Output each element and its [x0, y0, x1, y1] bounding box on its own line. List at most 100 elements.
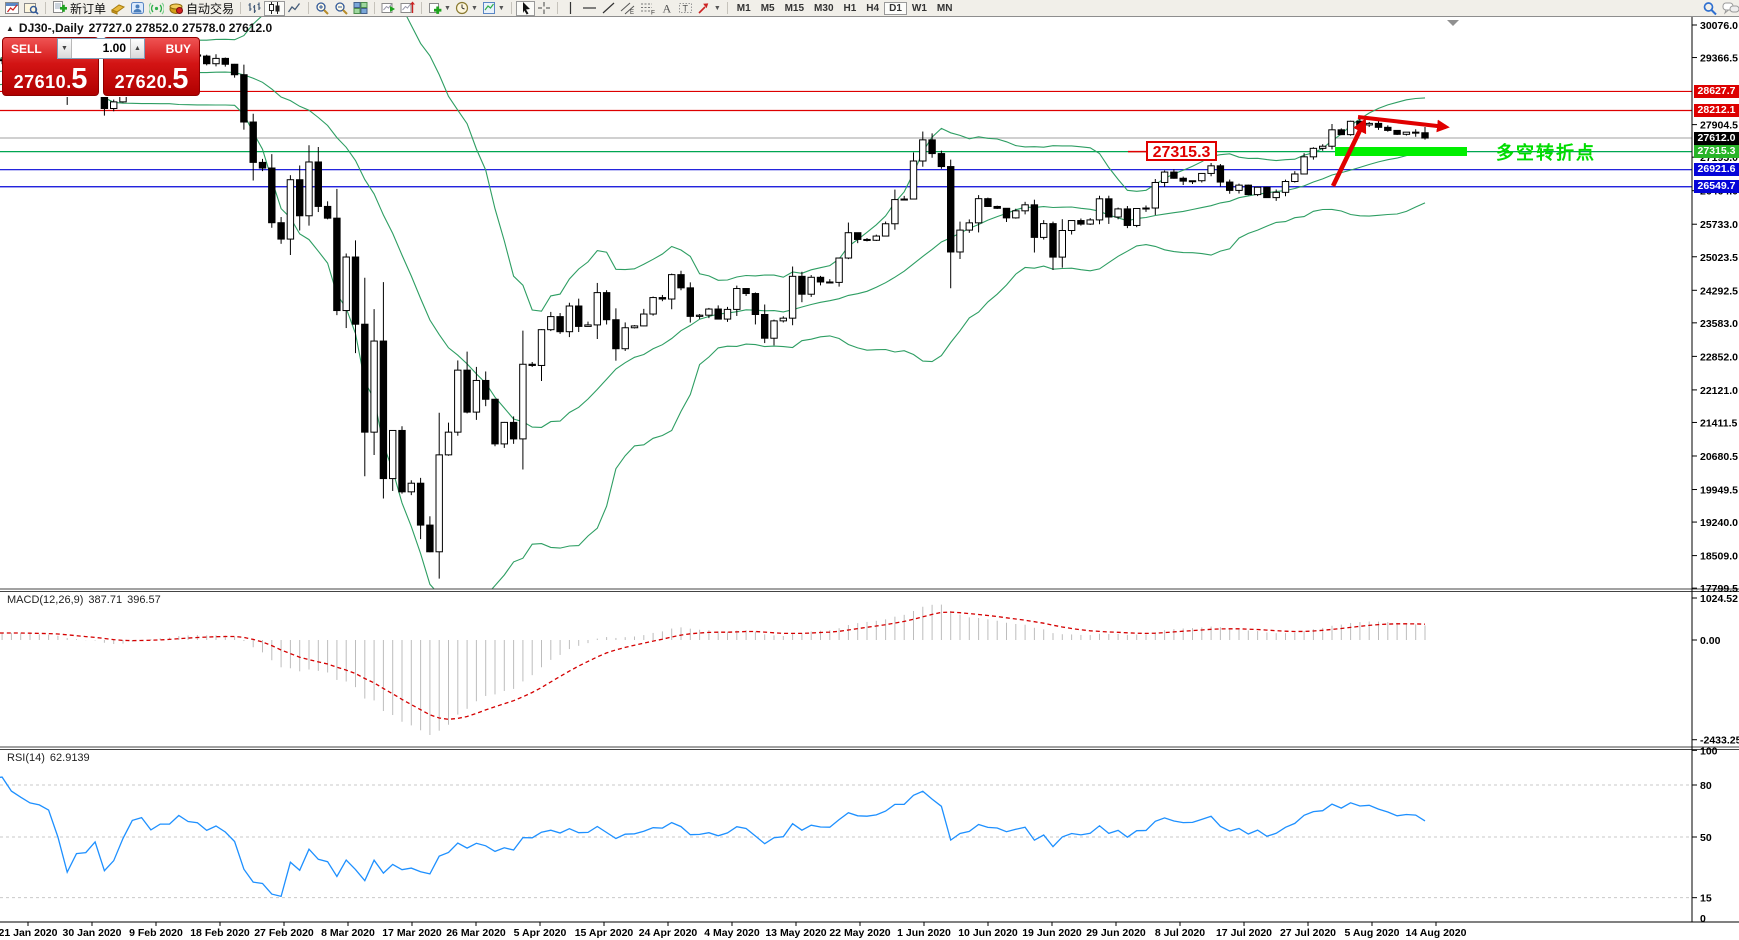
period-clock-icon[interactable]: ▼ [453, 1, 480, 16]
text-label-tool-icon[interactable]: T [676, 1, 695, 16]
signals-icon[interactable] [147, 1, 166, 16]
timeframe-m1[interactable]: M1 [732, 2, 756, 15]
add-indicator-icon[interactable]: ▼ [426, 1, 453, 16]
dropdown-caret: ▼ [444, 5, 451, 12]
turning-point-annotation: 多空转折点 [1496, 139, 1596, 165]
timeframe-mn[interactable]: MN [932, 2, 958, 15]
tile-windows-icon[interactable] [351, 1, 370, 16]
price-level-badge: 28627.7 [1694, 85, 1739, 98]
text-tool-icon[interactable]: A [658, 1, 676, 16]
svg-text:8 Mar 2020: 8 Mar 2020 [321, 927, 375, 939]
data-window-icon[interactable] [22, 1, 41, 16]
trendline-tool-icon[interactable] [599, 1, 618, 16]
rsi-value: 62.9139 [50, 752, 90, 764]
dropdown-caret: ▼ [471, 5, 478, 12]
arrow-objects-icon[interactable]: ▼ [695, 1, 723, 16]
zoom-in-icon[interactable] [313, 1, 332, 16]
new-order-label: 新订单 [70, 0, 106, 17]
timeframe-m15[interactable]: M15 [780, 2, 809, 15]
zoom-out-icon[interactable] [332, 1, 351, 16]
timeframe-w1[interactable]: W1 [907, 2, 932, 15]
svg-text:20680.5: 20680.5 [1700, 451, 1738, 463]
svg-text:22 May 2020: 22 May 2020 [829, 927, 890, 939]
navigator-icon[interactable] [128, 1, 147, 16]
volume-input[interactable]: 1.00 [72, 39, 130, 58]
svg-text:17 Jul 2020: 17 Jul 2020 [1216, 927, 1272, 939]
svg-text:A: A [663, 2, 672, 16]
rsi-name: RSI(14) [7, 752, 45, 764]
timeframe-m5[interactable]: M5 [756, 2, 780, 15]
macd-indicator-header: MACD(12,26,9) 387.71 396.57 [7, 594, 161, 606]
svg-text:5 Apr 2020: 5 Apr 2020 [514, 927, 567, 939]
ohlc-values: 27727.0 27852.0 27578.0 27612.0 [89, 21, 273, 35]
svg-text:18509.0: 18509.0 [1700, 551, 1738, 563]
autotrading-button[interactable]: 自动交易 [166, 1, 236, 16]
price-level-badge: 27315.3 [1694, 145, 1739, 158]
chat-icon[interactable] [1720, 1, 1739, 16]
svg-text:27 Feb 2020: 27 Feb 2020 [254, 927, 314, 939]
symbol-period-label: DJ30-,Daily [19, 21, 84, 35]
svg-text:100: 100 [1700, 745, 1718, 757]
collapse-triangle-icon[interactable]: ▲ [6, 24, 14, 33]
svg-text:0.00: 0.00 [1700, 635, 1721, 647]
chart-canvas[interactable]: 30076.029366.527904.527195.026464.025733… [0, 0, 1739, 940]
volume-increase-button[interactable]: ▲ [130, 39, 144, 58]
cursor-icon[interactable] [516, 1, 535, 16]
timeframe-h4[interactable]: H4 [861, 2, 884, 15]
rsi-indicator-header: RSI(14) 62.9139 [7, 752, 90, 764]
template-icon[interactable]: ▼ [480, 1, 507, 16]
svg-text:4 May 2020: 4 May 2020 [704, 927, 760, 939]
volume-box: ▼ 1.00 ▲ [57, 38, 145, 59]
timeframe-d1[interactable]: D1 [884, 2, 907, 15]
svg-text:1 Jun 2020: 1 Jun 2020 [897, 927, 951, 939]
volume-decrease-button[interactable]: ▼ [58, 39, 72, 58]
bar-chart-icon[interactable] [245, 1, 264, 16]
toolbar-separator [374, 2, 375, 14]
autotrading-label: 自动交易 [186, 0, 234, 17]
horizontal-line-tool-icon[interactable] [580, 1, 599, 16]
price-level-badge: 28212.1 [1694, 104, 1739, 117]
chart-shift-icon[interactable] [398, 1, 417, 16]
toolbar-separator [557, 2, 558, 14]
price-level-badge: 27612.0 [1694, 132, 1739, 145]
candlestick-chart-icon[interactable] [264, 1, 285, 16]
svg-text:23583.0: 23583.0 [1700, 318, 1738, 330]
svg-text:22121.0: 22121.0 [1700, 385, 1738, 397]
timeframe-m30[interactable]: M30 [809, 2, 838, 15]
new-order-icon [52, 1, 68, 15]
svg-text:21411.5: 21411.5 [1700, 417, 1738, 429]
history-center-icon[interactable] [108, 1, 128, 16]
channel-tool-icon[interactable]: E [618, 1, 638, 16]
line-chart-icon[interactable] [285, 1, 304, 16]
sell-label: SELL [11, 42, 42, 56]
svg-text:F: F [651, 10, 655, 16]
timeframe-h1[interactable]: H1 [839, 2, 862, 15]
fibonacci-tool-icon[interactable]: F [638, 1, 658, 16]
svg-text:24292.5: 24292.5 [1700, 285, 1738, 297]
svg-text:5 Aug 2020: 5 Aug 2020 [1344, 927, 1399, 939]
svg-text:15: 15 [1700, 893, 1712, 905]
svg-text:24 Apr 2020: 24 Apr 2020 [639, 927, 698, 939]
svg-text:9 Feb 2020: 9 Feb 2020 [129, 927, 183, 939]
toolbar-separator [421, 2, 422, 14]
new-order-button[interactable]: 新订单 [50, 1, 108, 16]
auto-scroll-icon[interactable] [379, 1, 398, 16]
toolbar-separator [240, 2, 241, 14]
crosshair-icon[interactable] [535, 1, 553, 16]
svg-text:27 Jul 2020: 27 Jul 2020 [1280, 927, 1336, 939]
dropdown-caret: ▼ [498, 5, 505, 12]
price-annotation-box: 27315.3 [1146, 141, 1217, 161]
new-chart-icon[interactable] [3, 1, 22, 16]
svg-text:25023.5: 25023.5 [1700, 252, 1738, 264]
svg-text:1024.52: 1024.52 [1700, 593, 1738, 605]
svg-text:19240.0: 19240.0 [1700, 517, 1738, 529]
svg-text:26 Mar 2020: 26 Mar 2020 [446, 927, 506, 939]
vertical-line-tool-icon[interactable] [562, 1, 580, 16]
price-level-badge: 26921.6 [1694, 163, 1739, 176]
dropdown-caret: ▼ [714, 5, 721, 12]
svg-text:50: 50 [1700, 832, 1712, 844]
toolbar: 新订单 自动交易 ▼ ▼ ▼ E F A T ▼ M1 M5 M15 M30 H… [0, 0, 1739, 17]
search-icon[interactable] [1700, 1, 1720, 16]
svg-text:29366.5: 29366.5 [1700, 53, 1738, 65]
sell-price: 27610.5 [3, 66, 98, 93]
